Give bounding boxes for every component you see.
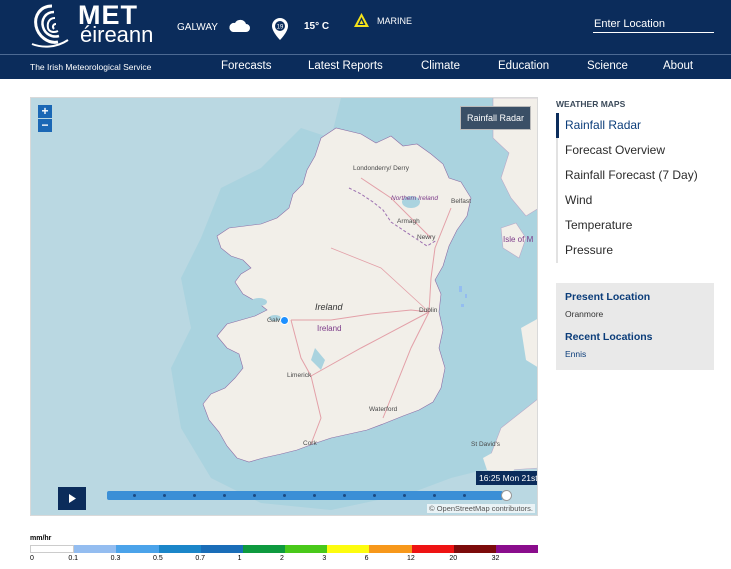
- timeline-tick: [403, 494, 406, 497]
- nav-education[interactable]: Education: [498, 60, 549, 72]
- legend-value: 2: [280, 555, 284, 562]
- legend-swatch: [242, 545, 286, 553]
- top-header: MET éireann GALWAY 19 15° C MARINE: [0, 0, 731, 54]
- legend-value: 0.3: [110, 555, 121, 562]
- recent-locations-heading: Recent Locations: [565, 331, 653, 343]
- forecast-badge: 19: [277, 25, 284, 31]
- timeline-tick: [253, 494, 256, 497]
- recent-location-link[interactable]: Ennis: [565, 349, 705, 359]
- nav-latest-reports[interactable]: Latest Reports: [308, 60, 383, 72]
- legend-value: 0.1: [68, 555, 79, 562]
- legend-swatch: [30, 545, 75, 553]
- legend-swatch: [411, 545, 454, 553]
- timeline-tick: [343, 494, 346, 497]
- nav-climate[interactable]: Climate: [421, 60, 460, 72]
- location-box: Present Location Oranmore Recent Locatio…: [556, 283, 714, 370]
- legend-value: 6: [364, 555, 369, 562]
- legend-swatch: [369, 545, 412, 553]
- legend-swatch: [327, 545, 370, 553]
- radar-time-label: 16:25 Mon 21st: [476, 471, 537, 485]
- map-label-armagh: Armagh: [397, 218, 420, 225]
- present-location-heading: Present Location: [565, 291, 651, 303]
- temperature: 15° C: [304, 21, 330, 32]
- map-label-st-davids: St David's: [471, 441, 501, 448]
- timeline-tick: [313, 494, 316, 497]
- map-label-waterford: Waterford: [369, 406, 398, 413]
- legend-value: 3: [322, 555, 327, 562]
- legend-value: 12: [407, 555, 415, 562]
- menu-forecast-overview[interactable]: Forecast Overview: [558, 138, 716, 163]
- tagline: The Irish Meteorological Service: [30, 62, 152, 72]
- timeline-tick: [283, 494, 286, 497]
- map-label-isle: Isle of M: [503, 235, 534, 244]
- map-label-newry: Newry: [417, 234, 436, 241]
- timeline-tick: [223, 494, 226, 497]
- map-label-northern-ireland: Northern Ireland: [391, 195, 438, 202]
- menu-rainfall-radar[interactable]: Rainfall Radar: [556, 113, 716, 138]
- rainfall-radar-map[interactable]: + − Rainfall Radar Londonderry/ Derry No…: [30, 97, 538, 516]
- legend-swatch: [453, 545, 496, 553]
- basemap: [31, 98, 537, 515]
- legend-value: 0.5: [153, 555, 163, 562]
- map-label-dublin: Dublin: [419, 307, 438, 314]
- menu-rainfall-forecast[interactable]: Rainfall Forecast (7 Day): [558, 163, 716, 188]
- current-location-marker[interactable]: [280, 316, 289, 325]
- legend-value: 32: [491, 555, 500, 562]
- legend-swatch: [158, 545, 201, 553]
- nav-forecasts[interactable]: Forecasts: [221, 60, 272, 72]
- map-label-limerick: Limerick: [287, 372, 312, 379]
- layer-badge[interactable]: Rainfall Radar: [459, 106, 531, 130]
- legend-value: 20: [449, 555, 458, 562]
- timeline-tick: [193, 494, 196, 497]
- rainfall-legend: [30, 545, 539, 553]
- timeline-tick: [433, 494, 436, 497]
- timeline-tick: [463, 494, 466, 497]
- main-nav: The Irish Meteorological Service Forecas…: [0, 54, 731, 79]
- weather-maps-menu: Rainfall Radar Forecast Overview Rainfal…: [556, 113, 716, 263]
- nav-about[interactable]: About: [663, 60, 693, 72]
- zoom-in-button[interactable]: +: [38, 105, 52, 118]
- marine-warning-icon[interactable]: [353, 12, 370, 28]
- legend-swatch: [285, 545, 328, 553]
- brand-bottom: éireann: [80, 22, 154, 47]
- play-button[interactable]: [58, 487, 86, 510]
- radar-timeline-slider[interactable]: [107, 491, 503, 500]
- map-attribution[interactable]: © OpenStreetMap contributors.: [427, 504, 535, 513]
- legend-swatch: [200, 545, 243, 553]
- timeline-tick: [163, 494, 166, 497]
- timeline-tick: [133, 494, 136, 497]
- weather-maps-heading: WEATHER MAPS: [556, 99, 626, 109]
- nav-science[interactable]: Science: [587, 60, 628, 72]
- cloud-icon: [229, 19, 250, 32]
- map-pin-icon[interactable]: 19: [271, 17, 289, 41]
- legend-unit: mm/hr: [30, 535, 52, 542]
- legend-value: 0: [30, 555, 34, 562]
- map-label-belfast: Belfast: [451, 198, 471, 205]
- zoom-out-button[interactable]: −: [38, 119, 52, 132]
- marine-link[interactable]: MARINE: [377, 16, 412, 26]
- menu-pressure[interactable]: Pressure: [558, 238, 716, 263]
- location-search-input[interactable]: [593, 15, 714, 33]
- menu-wind[interactable]: Wind: [558, 188, 716, 213]
- map-label-ireland-ga: Ireland: [317, 324, 342, 333]
- map-label-derry: Londonderry/ Derry: [353, 165, 409, 172]
- legend-swatch: [495, 545, 539, 553]
- legend-value: 1: [237, 555, 242, 562]
- current-location[interactable]: GALWAY: [177, 22, 218, 33]
- map-label-cork: Cork: [303, 440, 317, 447]
- present-location-value: Oranmore: [565, 309, 604, 319]
- map-label-ireland-en: Ireland: [315, 302, 343, 312]
- timeline-knob[interactable]: [501, 490, 512, 501]
- menu-temperature[interactable]: Temperature: [558, 213, 716, 238]
- legend-swatch: [116, 545, 159, 553]
- met-eireann-logo-icon[interactable]: [30, 0, 74, 50]
- legend-swatch: [74, 545, 117, 553]
- timeline-tick: [373, 494, 376, 497]
- play-icon: [69, 494, 76, 503]
- legend-value: 0.7: [195, 555, 206, 562]
